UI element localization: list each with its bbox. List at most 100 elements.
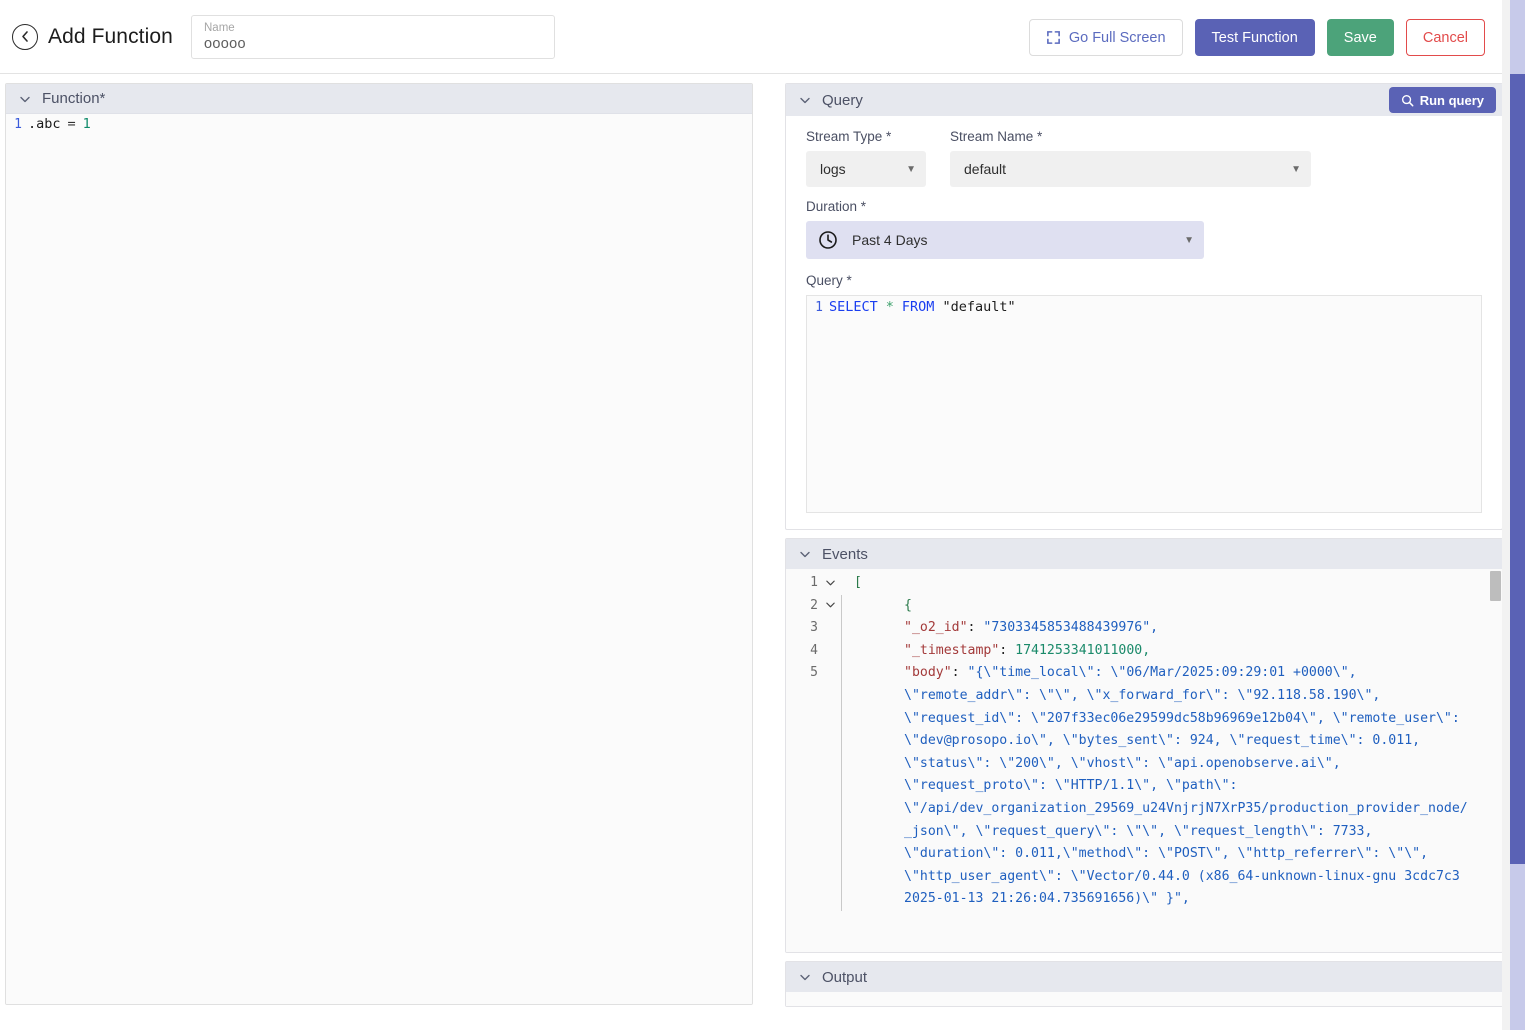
caret-down-icon: ▼ <box>1184 235 1194 246</box>
json-colon: : <box>999 643 1015 658</box>
stream-name-value: default <box>964 161 1006 177</box>
chevron-down-icon[interactable] <box>820 595 840 618</box>
line-number: 5 <box>786 662 820 685</box>
cancel-button[interactable]: Cancel <box>1406 19 1485 56</box>
clock-icon <box>818 230 838 250</box>
json-value: 1741253341011000, <box>1015 643 1150 658</box>
code-value: 1 <box>83 116 91 132</box>
expand-icon <box>1046 30 1061 45</box>
search-icon <box>1401 94 1414 107</box>
output-panel-body <box>786 992 1502 1006</box>
output-panel-header[interactable]: Output <box>786 962 1502 992</box>
stream-name-label: Stream Name * <box>950 129 1311 144</box>
sql-keyword-from: FROM <box>902 299 935 315</box>
code-operator: = <box>68 116 76 132</box>
json-line: 2 { <box>786 595 1502 618</box>
events-scrollbar[interactable] <box>1489 569 1502 952</box>
duration-group: Duration * Past 4 Days ▼ <box>806 199 1482 259</box>
sql-table: "default" <box>942 299 1015 315</box>
json-key: "_timestamp" <box>904 643 999 658</box>
stream-name-select[interactable]: default ▼ <box>950 151 1311 187</box>
function-code-editor[interactable]: 1 .abc = 1 <box>6 114 752 1004</box>
stream-type-group: Stream Type * logs ▼ <box>806 129 926 187</box>
right-column: Query Run query Stream Type * logs ▼ <box>785 83 1503 1030</box>
query-group: Query * 1 SELECT * FROM "default" <box>806 273 1482 513</box>
json-value: "7303345853488439976", <box>983 620 1158 635</box>
toolbar-actions: Go Full Screen Test Function Save Cancel <box>1029 19 1485 56</box>
chevron-down-icon <box>799 548 811 560</box>
output-panel: Output <box>785 961 1503 1007</box>
line-number: 4 <box>786 640 820 663</box>
function-name-input[interactable]: ooooo <box>204 35 542 54</box>
json-value: "{\"time_local\": \"06/Mar/2025:09:29:01… <box>904 665 1468 906</box>
query-form: Stream Type * logs ▼ Stream Name * defau… <box>786 116 1502 529</box>
line-number: 1 <box>6 117 28 132</box>
stream-name-group: Stream Name * default ▼ <box>950 129 1311 187</box>
stream-row: Stream Type * logs ▼ Stream Name * defau… <box>806 129 1482 187</box>
json-key: "body" <box>904 665 952 680</box>
go-full-screen-button[interactable]: Go Full Screen <box>1029 19 1183 56</box>
events-panel: Events 1 [ 2 <box>785 538 1503 953</box>
chevron-down-icon <box>19 93 31 105</box>
json-bracket-open: [ <box>854 572 1502 595</box>
chevron-left-glyph <box>19 30 32 43</box>
indent-guide <box>840 617 854 640</box>
query-panel: Query Run query Stream Type * logs ▼ <box>785 83 1503 530</box>
sql-query-editor[interactable]: 1 SELECT * FROM "default" <box>806 295 1482 513</box>
top-toolbar: Add Function Name ooooo Go Full Screen T… <box>0 0 1510 74</box>
indent-guide <box>840 572 854 595</box>
stream-type-select[interactable]: logs ▼ <box>806 151 926 187</box>
json-colon: : <box>968 620 984 635</box>
json-line: 4 "_timestamp": 1741253341011000, <box>786 640 1502 663</box>
chevron-down-icon <box>799 971 811 983</box>
page-scrollbar[interactable] <box>1510 0 1525 1030</box>
json-line: 1 [ <box>786 572 1502 595</box>
json-brace-open: { <box>854 595 1502 618</box>
sql-star: * <box>886 299 894 315</box>
function-panel: Function* 1 .abc = 1 <box>5 83 753 1005</box>
sql-line: 1 SELECT * FROM "default" <box>807 297 1481 317</box>
stream-type-value: logs <box>820 161 846 177</box>
query-label: Query * <box>806 273 1482 288</box>
indent-guide <box>840 662 854 911</box>
indent-guide <box>840 640 854 663</box>
code-line: 1 .abc = 1 <box>6 114 752 134</box>
run-query-label: Run query <box>1420 93 1484 108</box>
output-panel-title: Output <box>822 969 867 986</box>
test-function-button[interactable]: Test Function <box>1195 19 1315 56</box>
scrollbar-gutter <box>1502 0 1510 1030</box>
json-entry: "_timestamp": 1741253341011000, <box>854 640 1502 663</box>
function-name-label: Name <box>204 21 542 35</box>
json-entry: "_o2_id": "7303345853488439976", <box>854 617 1502 640</box>
code-property: .abc <box>28 116 61 132</box>
function-panel-title: Function* <box>42 90 105 107</box>
json-key: "_o2_id" <box>904 620 968 635</box>
events-panel-header[interactable]: Events <box>786 539 1502 569</box>
json-line: 3 "_o2_id": "7303345853488439976", <box>786 617 1502 640</box>
chevron-down-icon <box>799 94 811 106</box>
line-number: 1 <box>807 300 829 315</box>
json-entry: "body": "{\"time_local\": \"06/Mar/2025:… <box>854 662 1502 911</box>
duration-select[interactable]: Past 4 Days ▼ <box>806 221 1204 259</box>
run-query-button[interactable]: Run query <box>1389 87 1496 113</box>
back-circle-icon[interactable] <box>12 24 38 50</box>
indent-guide <box>840 595 854 618</box>
line-number: 1 <box>786 572 820 595</box>
function-panel-header[interactable]: Function* <box>6 84 752 114</box>
page-scrollbar-thumb[interactable] <box>1510 74 1525 864</box>
events-scrollbar-thumb[interactable] <box>1490 571 1501 601</box>
events-json-viewer[interactable]: 1 [ 2 { 3 <box>786 569 1502 952</box>
go-full-screen-label: Go Full Screen <box>1069 30 1166 46</box>
sql-keyword-select: SELECT <box>829 299 878 315</box>
caret-down-icon: ▼ <box>906 164 916 175</box>
query-panel-header[interactable]: Query Run query <box>786 84 1502 116</box>
fold-chevron-glyph <box>825 599 836 610</box>
stream-type-label: Stream Type * <box>806 129 926 144</box>
chevron-down-icon[interactable] <box>820 572 840 595</box>
page-title: Add Function <box>48 25 173 49</box>
json-colon: : <box>952 665 968 680</box>
line-number: 3 <box>786 617 820 640</box>
duration-label: Duration * <box>806 199 1482 214</box>
save-button[interactable]: Save <box>1327 19 1394 56</box>
function-name-field[interactable]: Name ooooo <box>191 15 555 59</box>
